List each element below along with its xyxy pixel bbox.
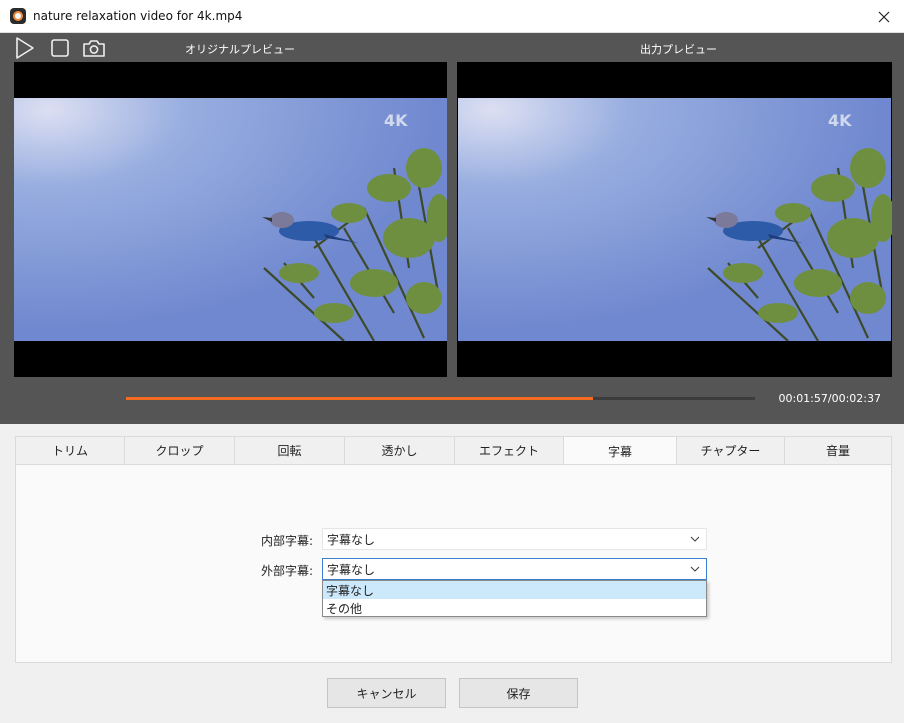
title-bar: nature relaxation video for 4k.mp4 [0,0,904,33]
play-button[interactable] [12,33,38,63]
external-subtitle-value: 字幕なし [327,562,376,577]
tab-effect[interactable]: エフェクト [454,436,563,465]
tab-subtitle[interactable]: 字幕 [563,436,676,466]
video-frame-image: 4K [458,98,892,341]
cancel-button[interactable]: キャンセル [327,678,446,708]
snapshot-button[interactable] [81,33,107,63]
close-button[interactable] [864,0,904,33]
progress-bar[interactable] [126,397,755,400]
tab-rotate[interactable]: 回転 [234,436,344,465]
editor-tabs: トリム クロップ 回転 透かし エフェクト 字幕 チャプター 音量 [15,436,892,466]
tab-crop[interactable]: クロップ [124,436,234,465]
tab-watermark[interactable]: 透かし [344,436,454,465]
video-frame-image: 4K [14,98,447,341]
external-subtitle-dropdown: 字幕なし その他 [322,580,707,617]
progress-fill [126,397,594,400]
internal-subtitle-value: 字幕なし [327,532,376,547]
dropdown-option-none[interactable]: 字幕なし [323,581,706,599]
close-icon [878,11,890,22]
internal-subtitle-label: 内部字幕: [261,534,314,548]
stop-button[interactable] [48,33,72,63]
camera-icon [83,40,105,57]
tab-volume[interactable]: 音量 [784,436,892,465]
app-logo-icon [10,8,26,24]
original-preview-video: 4K [14,62,447,377]
internal-subtitle-select[interactable]: 字幕なし [322,528,707,550]
output-preview-video: 4K [457,62,892,377]
output-preview-label: 出力プレビュー [640,43,717,56]
play-icon [16,37,34,59]
external-subtitle-label: 外部字幕: [261,564,314,578]
stop-icon [51,39,69,57]
save-button[interactable]: 保存 [459,678,578,708]
tab-chapter[interactable]: チャプター [676,436,784,465]
preview-area: オリジナルプレビュー 出力プレビュー 4K 4K [0,33,904,424]
chevron-down-icon [690,566,700,572]
chevron-down-icon [690,536,700,542]
original-preview-label: オリジナルプレビュー [185,43,295,56]
dropdown-option-other[interactable]: その他 [323,599,706,617]
timecode: 00:01:57/00:02:37 [778,392,881,405]
watermark-4k: 4K [384,111,408,130]
tab-trim[interactable]: トリム [15,436,124,465]
window-title: nature relaxation video for 4k.mp4 [33,9,243,23]
watermark-4k: 4K [828,111,852,130]
external-subtitle-select[interactable]: 字幕なし [322,558,707,580]
